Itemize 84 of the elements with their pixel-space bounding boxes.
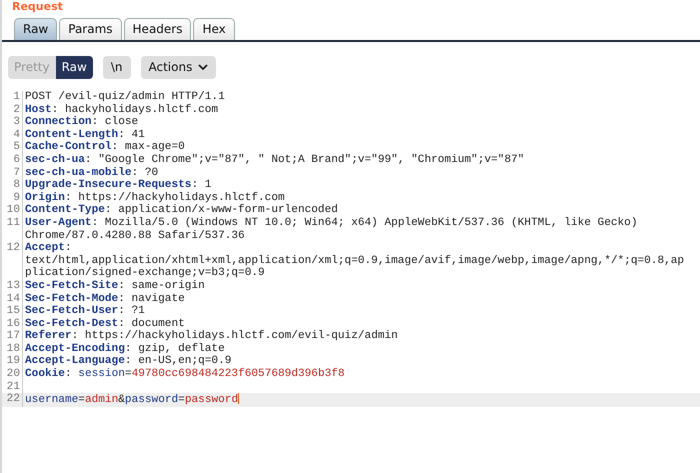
code-text: : application/x-www-form-urlencoded (104, 204, 338, 216)
code-text: : navigate (118, 292, 185, 304)
header-name: Cache-Control (25, 141, 112, 154)
line-number: 1 (13, 91, 20, 103)
line-number: 20 (6, 368, 20, 380)
code-text: : en-US,en;q=0.9 (124, 355, 232, 368)
parameter-name: username (25, 394, 78, 406)
line-number: 3 (13, 116, 20, 128)
code-text: Chrome/87.0.4280.88 Safari/537.36 (25, 230, 245, 242)
header-name: Sec-Fetch-Dest (25, 318, 118, 330)
header-name: sec-ch-ua-mobile (25, 166, 132, 179)
line-number: 18 (6, 342, 20, 355)
line-number: 13 (6, 280, 20, 292)
header-name: Content-Type (25, 204, 105, 216)
code-text: : 41 (118, 128, 145, 141)
tab[interactable]: Headers (124, 18, 192, 40)
code-text: = (78, 394, 85, 406)
line-number: 14 (6, 292, 20, 304)
tab[interactable]: Raw (14, 18, 58, 40)
panel-title: Request (11, 0, 63, 13)
view-mode-button[interactable]: Raw (56, 56, 93, 78)
tab[interactable]: Hex (193, 18, 235, 40)
chevron-down-icon (198, 64, 208, 70)
code-text: : hackyholidays.hlctf.com (52, 104, 218, 116)
header-name: Content-Length (25, 128, 118, 141)
code-text: : 1 (191, 179, 212, 192)
line-number: 11 (6, 216, 20, 229)
code-text: = (178, 394, 185, 406)
line-number: 12 (6, 242, 20, 254)
line-number: 4 (13, 128, 20, 141)
code-text: : Mozilla/5.0 (Windows NT 10.0; Win64; x64) AppleWebKit/537.36 (KHTML, like Gecko) (92, 216, 638, 229)
header-name: Upgrade-Insecure-Requests (25, 179, 192, 192)
code-text: : https://hackyholidays.hlctf.com (64, 192, 285, 204)
code-text: : same-origin (118, 280, 205, 292)
code-text: : ?0 (132, 166, 158, 179)
line-number: 10 (6, 204, 20, 216)
header-name: Sec-Fetch-Mode (25, 292, 118, 304)
line-number: 22 (6, 393, 20, 406)
line-number: 16 (6, 318, 20, 330)
line-number: 17 (6, 330, 20, 342)
code-text: : max-age=0 (112, 141, 185, 154)
parameter-value: password (184, 394, 238, 406)
header-name: Accept-Language (25, 355, 125, 368)
code-text: : (64, 368, 73, 380)
line-number: 2 (13, 104, 20, 116)
code-text: text/html,application/xhtml+xml,application/xml;q=0.9,image/avif,image/webp,image/apng,*/*;q=0.8,ap (25, 254, 684, 267)
tab[interactable]: Params (59, 18, 122, 40)
code-text: : https://hackyholidays.hlctf.com/evil-quiz/admin (72, 330, 398, 342)
code-text: : gzip, deflate (124, 342, 225, 355)
line-number: 15 (6, 305, 20, 318)
code-text: : ?1 (118, 305, 145, 318)
parameter-name: password (124, 394, 178, 406)
header-name: Accept-Encoding (25, 342, 125, 355)
header-name: Sec-Fetch-Site (25, 280, 118, 292)
code-text: = (124, 368, 132, 380)
header-name: Sec-Fetch-User (25, 305, 118, 318)
code-text: POST /evil-quiz/admin HTTP/1.1 (25, 91, 225, 103)
header-name: Referer (25, 330, 72, 342)
code-text: plication/signed-exchange;v=b3;q=0.9 (25, 267, 265, 280)
text-cursor (238, 393, 240, 404)
header-name: User-Agent (25, 216, 92, 229)
line-number: 8 (13, 179, 20, 192)
header-name: Connection (25, 116, 92, 128)
newline-button[interactable]: \n (102, 56, 130, 78)
code-text: & (118, 394, 125, 406)
code-text: : (64, 242, 72, 254)
line-number: 9 (13, 192, 20, 204)
header-name: Accept (25, 242, 65, 254)
line-number: 6 (13, 154, 20, 166)
header-name: sec-ch-ua (25, 154, 85, 166)
line-number: 7 (13, 166, 20, 179)
header-name: Host (25, 104, 52, 116)
parameter-value: 49780cc698484223f6057689d396b3f8 (132, 368, 345, 380)
code-text: : close (92, 116, 138, 128)
code-text: : "Google Chrome";v="87", " Not;A Brand";v="99", "Chromium";v="87" (84, 154, 524, 166)
header-name: Cookie (25, 368, 65, 380)
code-text: : document (118, 318, 185, 330)
parameter-name: session (78, 368, 125, 380)
header-name: Origin (25, 192, 65, 204)
actions-button[interactable]: Actions (140, 56, 216, 78)
line-number: 19 (6, 355, 20, 368)
line-number: 21 (6, 380, 20, 393)
parameter-value: admin (84, 394, 118, 406)
line-number: 5 (13, 141, 20, 154)
